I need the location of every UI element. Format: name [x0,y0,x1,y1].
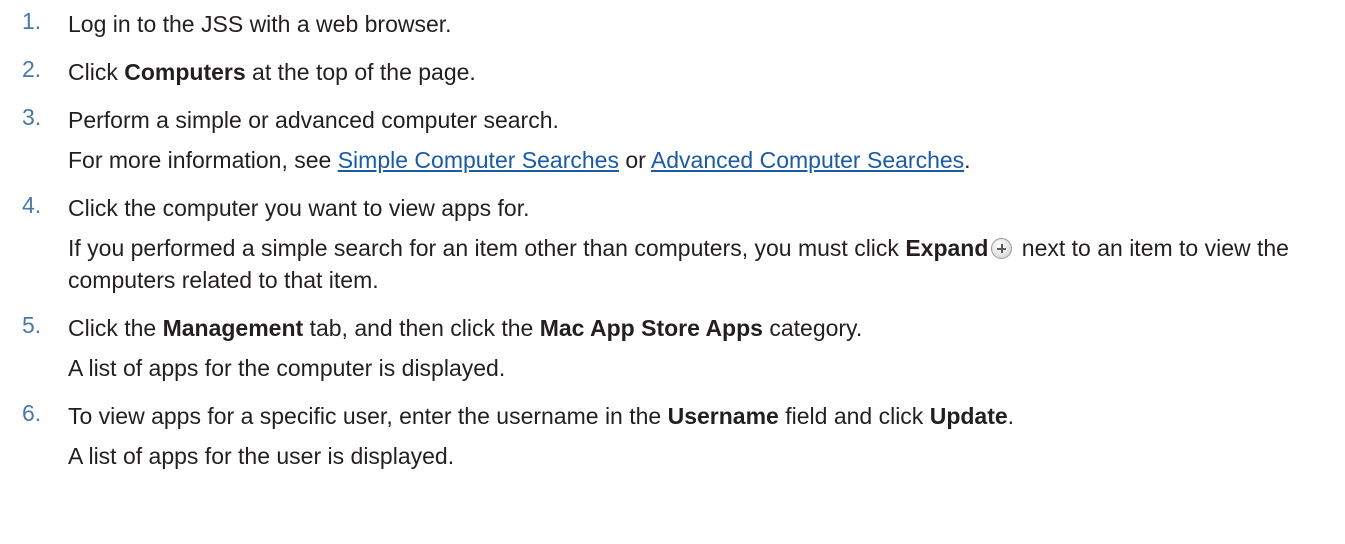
step-5: 5. Click the Management tab, and then cl… [0,312,1345,384]
advanced-computer-searches-link[interactable]: Advanced Computer Searches [651,147,964,173]
step-note: If you performed a simple search for an … [68,235,1289,293]
simple-computer-searches-link[interactable]: Simple Computer Searches [338,147,619,173]
step-4: 4. Click the computer you want to view a… [0,192,1345,296]
step-result: A list of apps for the user is displayed… [68,443,455,469]
ui-term-computers: Computers [124,59,246,85]
step-instruction: To view apps for a specific user, enter … [68,403,1015,429]
ui-term-expand: Expand [905,235,989,261]
step-number: 4. [22,192,42,218]
step-number: 2. [22,56,42,82]
step-note: For more information, see Simple Compute… [68,147,971,173]
step-number: 5. [22,312,42,338]
step-number: 1. [22,8,42,34]
step-instruction: Perform a simple or advanced computer se… [68,107,559,133]
step-6: 6. To view apps for a specific user, ent… [0,400,1345,472]
step-number: 3. [22,104,42,130]
step-instruction: Click Computers at the top of the page. [68,59,476,85]
step-number: 6. [22,400,42,426]
ui-term-mac-app-store-apps: Mac App Store Apps [539,315,763,341]
plus-circle-icon [991,238,1013,259]
step-result: A list of apps for the computer is displ… [68,355,506,381]
step-instruction: Log in to the JSS with a web browser. [68,11,452,37]
ui-term-update: Update [929,403,1008,429]
step-instruction: Click the Management tab, and then click… [68,315,863,341]
step-3: 3. Perform a simple or advanced computer… [0,104,1345,176]
ui-term-username: Username [667,403,779,429]
step-1: 1. Log in to the JSS with a web browser. [0,8,1345,40]
step-2: 2. Click Computers at the top of the pag… [0,56,1345,88]
step-instruction: Click the computer you want to view apps… [68,195,530,221]
procedure-steps: 1. Log in to the JSS with a web browser.… [0,0,1345,472]
ui-term-management: Management [162,315,304,341]
